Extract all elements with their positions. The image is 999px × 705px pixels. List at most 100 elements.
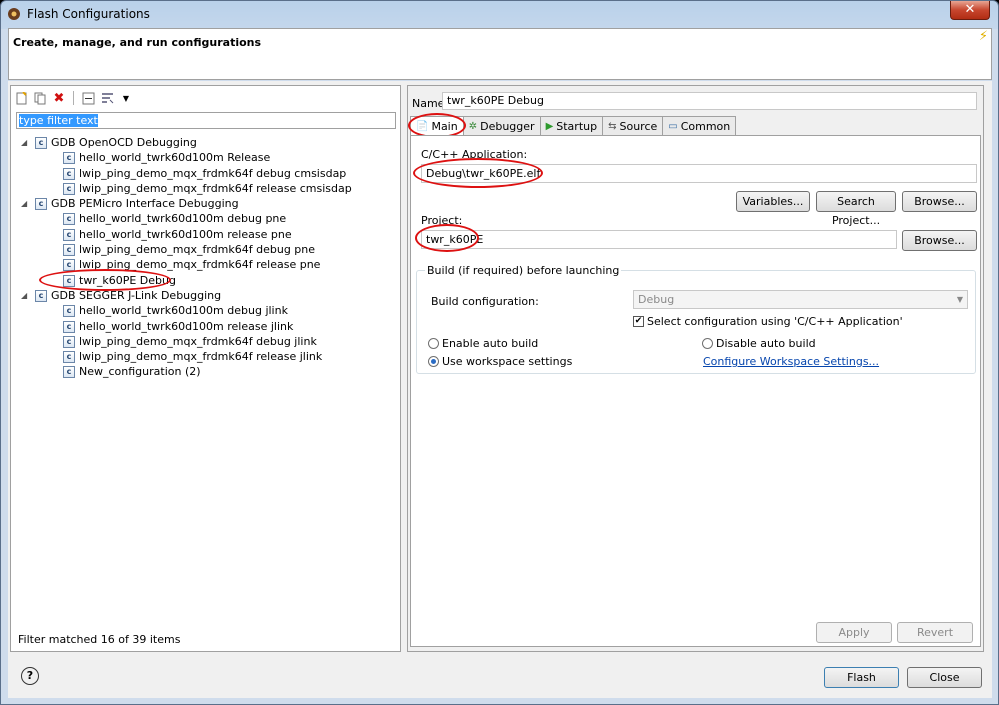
tree-config-row[interactable]: c twr_k60PE Debug — [11, 273, 400, 288]
launch-config-icon: c — [63, 182, 75, 195]
tree-item-label: twr_k60PE Debug — [79, 273, 176, 287]
enable-auto-build-label: Enable auto build — [442, 337, 539, 350]
build-group-title: Build (if required) before launching — [425, 264, 622, 277]
config-toolbar: ✖ ▼ — [13, 89, 134, 107]
disable-auto-build-label: Disable auto build — [716, 337, 816, 350]
flash-configurations-window: Flash Configurations ✕ Create, manage, a… — [0, 0, 999, 705]
tree-config-row[interactable]: c hello_world_twrk60d100m debug pne — [11, 211, 400, 226]
build-configuration-value: Debug — [638, 293, 675, 306]
tree-config-row[interactable]: c lwip_ping_demo_mqx_frdmk64f release cms… — [11, 181, 400, 196]
launch-config-icon: c — [63, 228, 75, 241]
collapse-all-icon[interactable] — [80, 90, 96, 106]
launch-config-icon: c — [63, 213, 75, 226]
tree-item-label: New_configuration (2) — [79, 365, 201, 379]
use-workspace-settings-radio[interactable] — [428, 356, 439, 367]
help-icon[interactable]: ? — [21, 667, 39, 685]
dialog-body: ✖ ▼ type filter text ◢ c GDB OpenOCD Debug… — [8, 81, 992, 698]
disable-auto-build-radio[interactable] — [702, 338, 713, 349]
tree-config-row[interactable]: c lwip_ping_demo_mqx_frdmk64f release pne — [11, 257, 400, 272]
cpp-application-field[interactable]: Debug\twr_k60PE.elf — [421, 164, 977, 183]
tree-item-label: hello_world_twrk60d100m Release — [79, 151, 271, 165]
tab-startup[interactable]: ▶ Startup — [539, 116, 604, 135]
tree-item-label: lwip_ping_demo_mqx_frdmk64f release cmsi… — [79, 181, 352, 195]
tree-group-row[interactable]: ◢ c GDB OpenOCD Debugging — [11, 135, 400, 150]
expand-twisty-icon[interactable]: ◢ — [21, 196, 31, 211]
configuration-editor-pane: Name: twr_k60PE Debug 📄 Main ✲ Debugger … — [407, 85, 984, 652]
apply-button[interactable]: Apply — [816, 622, 892, 643]
filter-placeholder-text: type filter text — [19, 114, 98, 127]
close-button[interactable]: Close — [907, 667, 982, 688]
tree-config-row[interactable]: c lwip_ping_demo_mqx_frdmk64f release jli… — [11, 349, 400, 364]
config-tabs: 📄 Main ✲ Debugger ▶ Startup ⇆ Source ▭ C… — [410, 116, 737, 136]
project-field[interactable]: twr_k60PE — [421, 230, 897, 249]
tree-item-label: hello_world_twrk60d100m release jlink — [79, 319, 294, 333]
main-tab-content: C/C++ Application: Debug\twr_k60PE.elf V… — [410, 135, 981, 647]
view-menu-icon[interactable]: ▼ — [118, 90, 134, 106]
build-configuration-select: Debug ▼ — [633, 290, 968, 309]
name-field[interactable]: twr_k60PE Debug — [442, 92, 977, 110]
tree-item-label: hello_world_twrk60d100m debug jlink — [79, 304, 288, 318]
tab-source[interactable]: ⇆ Source — [602, 116, 664, 135]
tree-config-row[interactable]: c hello_world_twrk60d100m release jlink — [11, 319, 400, 334]
launch-config-icon: c — [63, 320, 75, 333]
use-workspace-settings-label: Use workspace settings — [442, 355, 573, 368]
expand-twisty-icon[interactable]: ◢ — [21, 135, 31, 150]
app-icon — [8, 8, 20, 20]
filter-input[interactable]: type filter text — [16, 112, 396, 129]
window-title: Flash Configurations — [27, 7, 150, 21]
flash-button[interactable]: Flash — [824, 667, 899, 688]
window-close-button[interactable]: ✕ — [950, 1, 990, 20]
tree-config-row[interactable]: c New_configuration (2) — [11, 364, 400, 379]
launch-config-icon: c — [63, 274, 75, 287]
title-bar: Flash Configurations ✕ — [1, 1, 998, 27]
configure-workspace-settings-link[interactable]: Configure Workspace Settings... — [703, 355, 879, 368]
search-project-button[interactable]: Search Project... — [816, 191, 896, 227]
variables-button[interactable]: Variables... — [736, 191, 810, 212]
tree-config-row[interactable]: c hello_world_twrk60d100m release pne — [11, 227, 400, 242]
tree-item-label: GDB SEGGER J-Link Debugging — [51, 288, 222, 302]
tab-source-label: Source — [619, 119, 658, 133]
select-config-checkbox[interactable]: ✔ — [633, 316, 644, 327]
launch-config-icon: c — [63, 259, 75, 272]
launch-config-icon: c — [63, 335, 75, 348]
page-icon: 📄 — [416, 121, 429, 132]
lightning-icon: ⚡ — [978, 29, 988, 44]
launch-config-icon: c — [63, 305, 75, 318]
tree-config-row[interactable]: c hello_world_twrk60d100m Release — [11, 150, 400, 165]
revert-button[interactable]: Revert — [897, 622, 973, 643]
config-type-icon: c — [35, 137, 47, 149]
configuration-tree: ◢ c GDB OpenOCD Debugging c hello_world_twrk… — [11, 135, 400, 380]
source-icon: ⇆ — [608, 120, 617, 132]
tree-group-row[interactable]: ◢ c GDB SEGGER J-Link Debugging — [11, 288, 400, 303]
enable-auto-build-radio[interactable] — [428, 338, 439, 349]
dialog-header: Create, manage, and run configurations ⚡ — [8, 28, 992, 80]
duplicate-config-icon[interactable] — [32, 90, 48, 106]
browse-project-button[interactable]: Browse... — [902, 230, 977, 251]
expand-twisty-icon[interactable]: ◢ — [21, 288, 31, 303]
tab-startup-label: Startup — [556, 119, 598, 133]
tree-item-label: lwip_ping_demo_mqx_frdmk64f debug jlink — [79, 334, 317, 348]
header-title: Create, manage, and run configurations — [13, 36, 262, 49]
tree-config-row[interactable]: c lwip_ping_demo_mqx_frdmk64f debug pne — [11, 242, 400, 257]
browse-application-button[interactable]: Browse... — [902, 191, 977, 212]
bug-icon: ✲ — [468, 120, 478, 132]
tab-main[interactable]: 📄 Main — [410, 116, 464, 136]
tree-group-row[interactable]: ◢ c GDB PEMicro Interface Debugging — [11, 196, 400, 211]
tree-config-row[interactable]: c lwip_ping_demo_mqx_frdmk64f debug cmsis… — [11, 166, 400, 181]
tree-item-label: GDB PEMicro Interface Debugging — [51, 197, 239, 211]
tab-debugger[interactable]: ✲ Debugger — [462, 116, 541, 135]
tree-item-label: lwip_ping_demo_mqx_frdmk64f debug pne — [79, 243, 316, 257]
new-config-icon[interactable] — [13, 90, 29, 106]
config-type-icon: c — [35, 289, 47, 302]
build-configuration-label: Build configuration: — [431, 295, 539, 308]
launch-config-icon: c — [63, 351, 75, 364]
select-config-label: Select configuration using 'C/C++ Applic… — [647, 315, 903, 328]
tab-common-label: Common — [680, 119, 731, 133]
tab-common[interactable]: ▭ Common — [662, 116, 737, 135]
delete-config-icon[interactable]: ✖ — [51, 90, 67, 106]
filter-icon[interactable] — [99, 90, 115, 106]
launch-config-icon: c — [63, 244, 75, 257]
tree-config-row[interactable]: c lwip_ping_demo_mqx_frdmk64f debug jlink — [11, 334, 400, 349]
tree-config-row[interactable]: c hello_world_twrk60d100m debug jlink — [11, 303, 400, 318]
filter-status: Filter matched 16 of 39 items — [18, 633, 181, 646]
